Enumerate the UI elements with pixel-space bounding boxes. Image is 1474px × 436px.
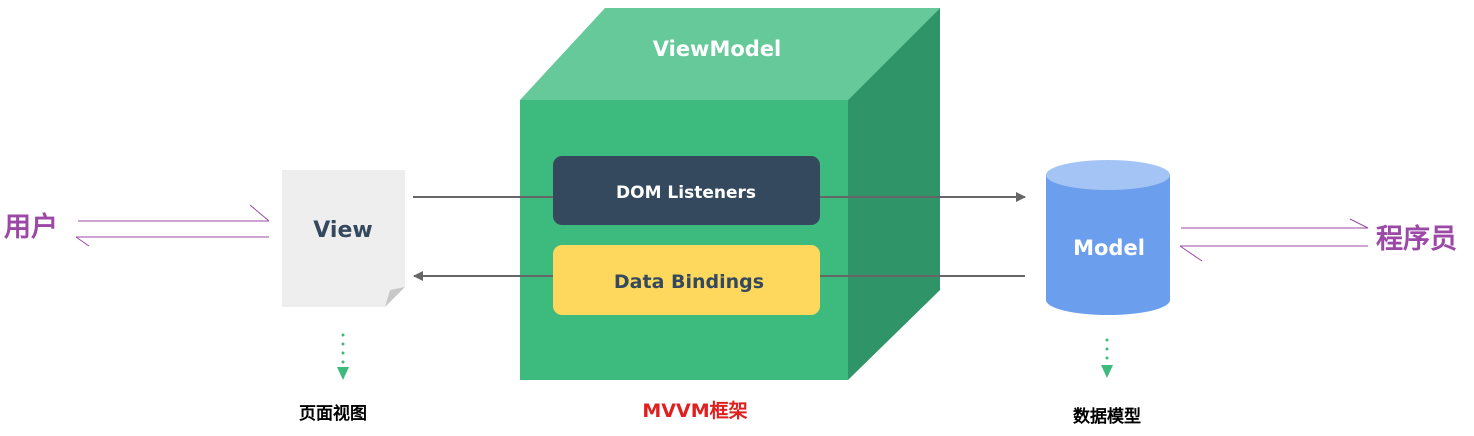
mvvm-caption: MVVM框架 [642, 399, 747, 422]
model-label: Model [1073, 236, 1145, 260]
mvvm-diagram: 用户 View ViewModel DOM Listeners Data Bin… [4, 8, 1457, 427]
model-programmer-arrows [1179, 218, 1369, 262]
user-label: 用户 [4, 211, 58, 243]
dom-listeners-label: DOM Listeners [616, 183, 756, 203]
viewmodel-title: ViewModel [653, 37, 782, 61]
model-caption: 数据模型 [1073, 406, 1141, 427]
view-down-arrow [337, 333, 349, 380]
user-view-arrows [75, 204, 270, 247]
programmer-label: 程序员 [1376, 223, 1457, 255]
view-caption: 页面视图 [299, 403, 367, 424]
model-down-arrow [1101, 338, 1113, 378]
data-bindings-label: Data Bindings [614, 271, 764, 293]
view-label: View [313, 218, 372, 243]
